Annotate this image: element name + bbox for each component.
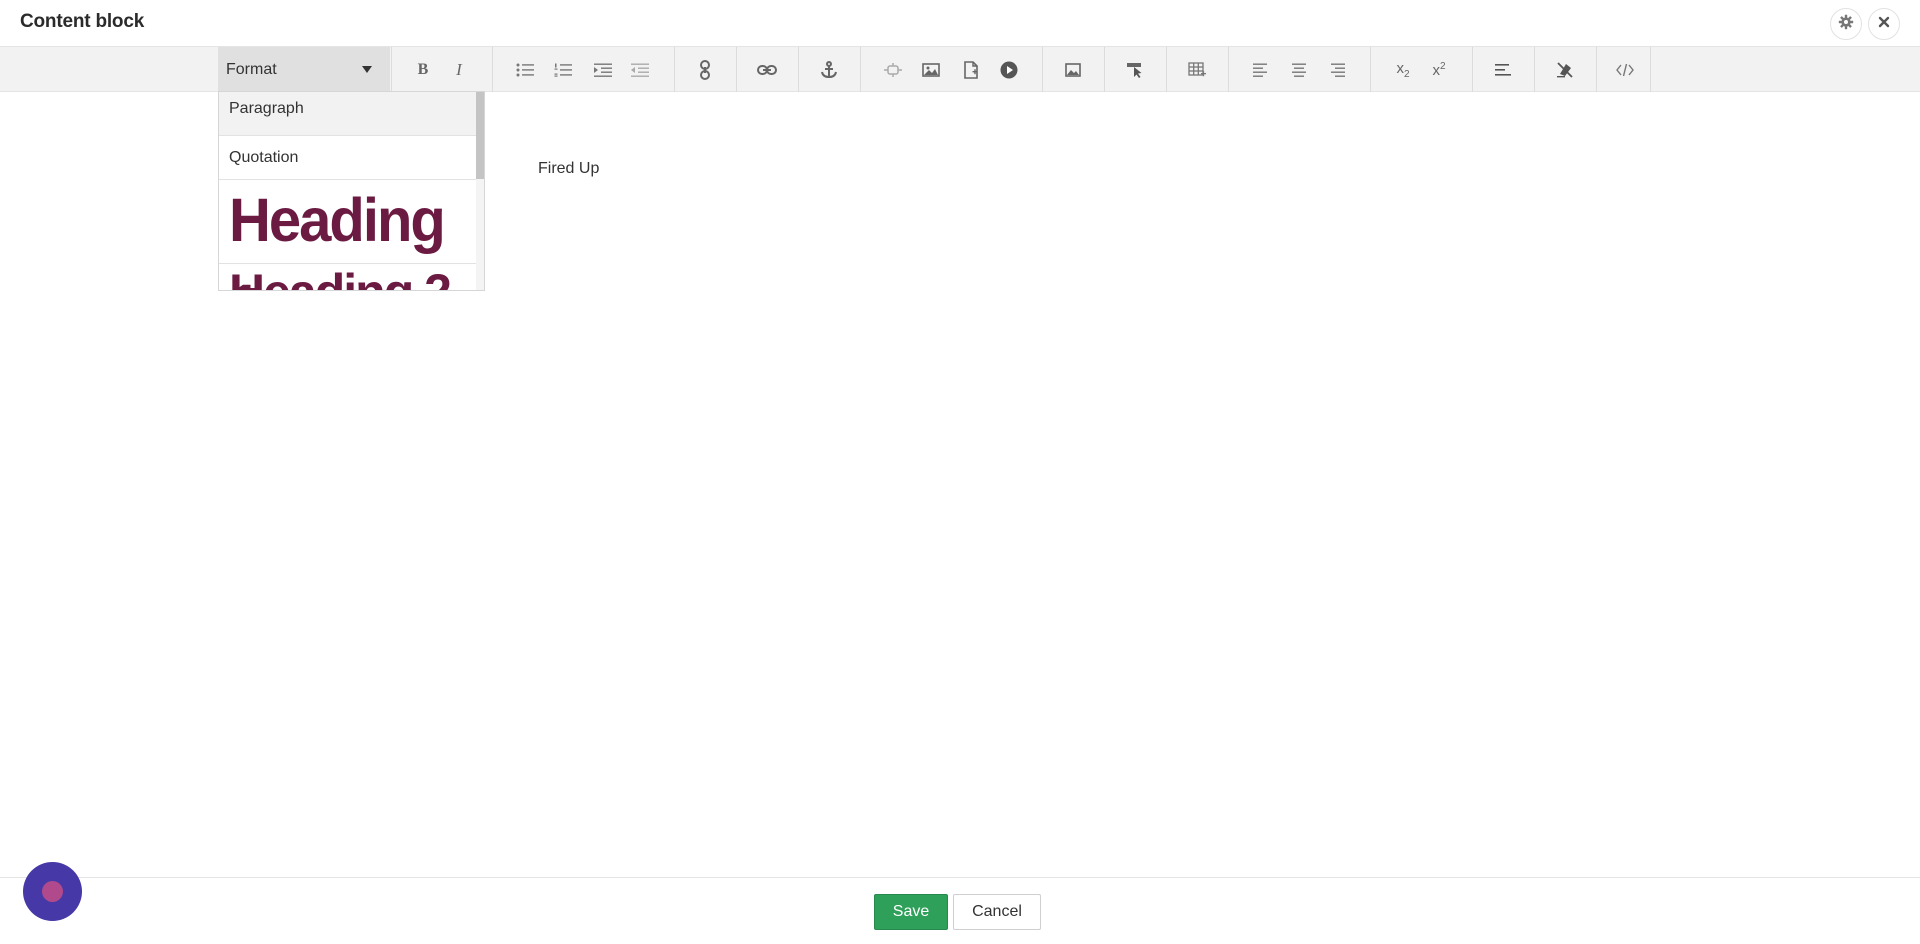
italic-button[interactable]: I <box>446 57 472 83</box>
gear-icon <box>1838 14 1854 35</box>
unlink-icon <box>699 60 711 80</box>
indent-icon <box>594 63 612 77</box>
bulleted-list-button[interactable] <box>512 57 538 83</box>
image-button[interactable] <box>918 57 944 83</box>
toolbar-divider <box>860 47 861 92</box>
table-icon <box>1188 62 1206 78</box>
subscript-button[interactable]: x2 <box>1390 57 1416 83</box>
embed-button[interactable] <box>880 57 906 83</box>
superscript-button[interactable]: x2 <box>1426 57 1452 83</box>
cancel-button[interactable]: Cancel <box>953 894 1041 930</box>
format-dropdown: Paragraph Quotation Heading 1 Heading 2 <box>218 91 485 291</box>
gallery-image-button[interactable] <box>1060 57 1086 83</box>
align-center-button[interactable] <box>1286 57 1312 83</box>
dropdown-scrollbar[interactable] <box>476 92 484 290</box>
subscript-icon: x2 <box>1396 60 1410 80</box>
close-icon <box>1878 15 1890 33</box>
anchor-button[interactable] <box>816 57 842 83</box>
media-button[interactable] <box>996 57 1022 83</box>
bold-button[interactable]: B <box>410 57 436 83</box>
link-button[interactable] <box>754 57 780 83</box>
toolbar-divider <box>1534 47 1535 92</box>
editor-content[interactable]: Fired Up <box>538 160 599 178</box>
unlink-button[interactable] <box>692 57 718 83</box>
align-right-icon <box>1329 63 1345 77</box>
format-select[interactable]: Format <box>218 47 390 92</box>
link-icon <box>757 64 777 76</box>
format-option-quotation[interactable]: Quotation <box>219 136 477 180</box>
numbered-list-button[interactable] <box>550 57 576 83</box>
toolbar-divider <box>736 47 737 92</box>
toolbar-divider <box>492 47 493 92</box>
indent-button[interactable] <box>590 57 616 83</box>
outdent-button[interactable] <box>627 57 653 83</box>
window-title: Content block <box>20 11 145 32</box>
caret-down-icon <box>362 66 372 73</box>
cursor-target-button[interactable] <box>1122 57 1148 83</box>
source-code-icon <box>1616 63 1634 77</box>
cursor-target-icon <box>1126 62 1144 78</box>
toolbar-divider <box>674 47 675 92</box>
format-option-paragraph[interactable]: Paragraph <box>219 92 477 136</box>
align-center-icon <box>1291 63 1307 77</box>
bulleted-list-icon <box>516 63 534 77</box>
dialog-footer: Save Cancel <box>0 877 1920 944</box>
close-button[interactable] <box>1868 8 1900 40</box>
paragraph-align-button[interactable] <box>1490 57 1516 83</box>
toolbar-divider <box>1650 47 1651 92</box>
file-button[interactable] <box>958 57 984 83</box>
toolbar-divider <box>1042 47 1043 92</box>
paragraph-align-icon <box>1495 63 1511 77</box>
remove-format-button[interactable] <box>1552 57 1578 83</box>
window-titlebar: Content block <box>0 0 1920 46</box>
image-icon <box>922 63 940 77</box>
dropdown-scrollbar-thumb[interactable] <box>476 92 484 179</box>
toolbar-divider <box>391 47 392 92</box>
numbered-list-icon <box>554 63 572 77</box>
align-left-icon <box>1253 63 1269 77</box>
table-button[interactable] <box>1184 57 1210 83</box>
format-option-heading-2[interactable]: Heading 2 <box>219 262 477 290</box>
format-select-value: Format <box>226 60 277 78</box>
toolbar-divider <box>1596 47 1597 92</box>
bold-icon: B <box>417 61 429 78</box>
format-option-heading-1[interactable]: Heading 1 <box>219 178 477 290</box>
file-icon <box>963 61 979 79</box>
embed-icon <box>884 63 902 77</box>
superscript-icon: x2 <box>1432 61 1446 79</box>
toolbar-divider <box>1472 47 1473 92</box>
align-left-button[interactable] <box>1248 57 1274 83</box>
outdent-icon <box>631 63 649 77</box>
chat-bubble-icon <box>42 881 63 902</box>
anchor-icon <box>821 61 837 79</box>
media-icon <box>1000 61 1018 79</box>
toolbar-divider <box>1370 47 1371 92</box>
italic-icon: I <box>456 60 462 79</box>
save-button[interactable]: Save <box>874 894 948 930</box>
toolbar-divider <box>1104 47 1105 92</box>
toolbar-divider <box>1228 47 1229 92</box>
toolbar-divider <box>1166 47 1167 92</box>
toolbar-divider <box>798 47 799 92</box>
chat-widget-button[interactable] <box>23 862 82 921</box>
editor-toolbar: Format B I x2 x2 <box>0 46 1920 92</box>
gallery-image-icon <box>1065 63 1081 77</box>
align-right-button[interactable] <box>1324 57 1350 83</box>
source-code-button[interactable] <box>1612 57 1638 83</box>
remove-format-icon <box>1556 62 1574 78</box>
settings-button[interactable] <box>1830 8 1862 40</box>
